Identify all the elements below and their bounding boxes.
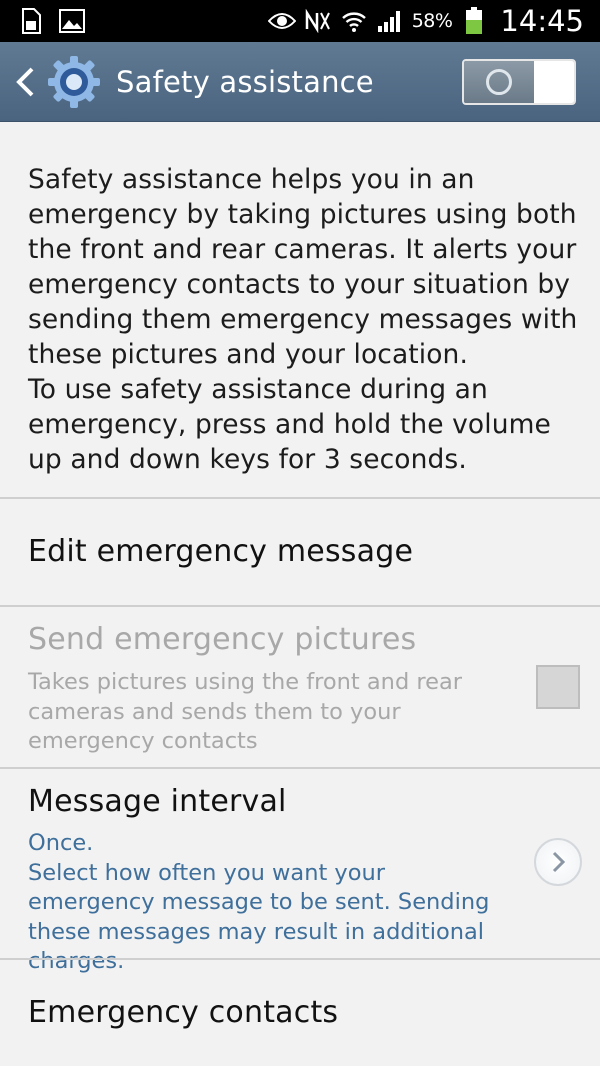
divider xyxy=(0,497,600,499)
battery-percent: 58% xyxy=(411,10,453,32)
item-title: Message interval xyxy=(28,784,287,819)
switch-knob xyxy=(464,61,534,103)
settings-gear-icon[interactable] xyxy=(46,54,102,110)
signal-icon xyxy=(376,7,404,35)
description-text: Safety assistance helps you in an emerge… xyxy=(28,164,578,475)
divider xyxy=(0,605,600,607)
clock: 14:45 xyxy=(500,4,584,38)
back-arrow-icon[interactable] xyxy=(10,42,40,122)
master-switch[interactable] xyxy=(462,59,576,105)
item-title: Edit emergency message xyxy=(28,534,414,569)
chevron-right-icon[interactable] xyxy=(534,838,582,886)
item-title: Emergency contacts xyxy=(28,995,339,1030)
send-pictures-checkbox[interactable] xyxy=(536,665,580,709)
action-bar: Safety assistance xyxy=(0,42,600,122)
page-title: Safety assistance xyxy=(116,64,374,99)
battery-icon xyxy=(460,7,488,35)
sd-card-icon xyxy=(16,7,44,35)
status-bar: 58% 14:45 xyxy=(0,0,600,42)
item-summary: Once. Select how often you want your eme… xyxy=(28,830,490,974)
nfc-icon xyxy=(304,7,332,35)
eye-icon xyxy=(267,7,296,35)
status-bar-left xyxy=(0,0,86,42)
divider xyxy=(0,767,600,769)
status-bar-right: 58% 14:45 xyxy=(267,0,600,42)
switch-track xyxy=(534,61,574,103)
item-summary: Takes pictures using the front and rear … xyxy=(28,669,463,754)
item-title: Send emergency pictures xyxy=(28,622,417,657)
wifi-icon xyxy=(340,7,368,35)
image-icon xyxy=(58,7,86,35)
divider xyxy=(0,958,600,960)
